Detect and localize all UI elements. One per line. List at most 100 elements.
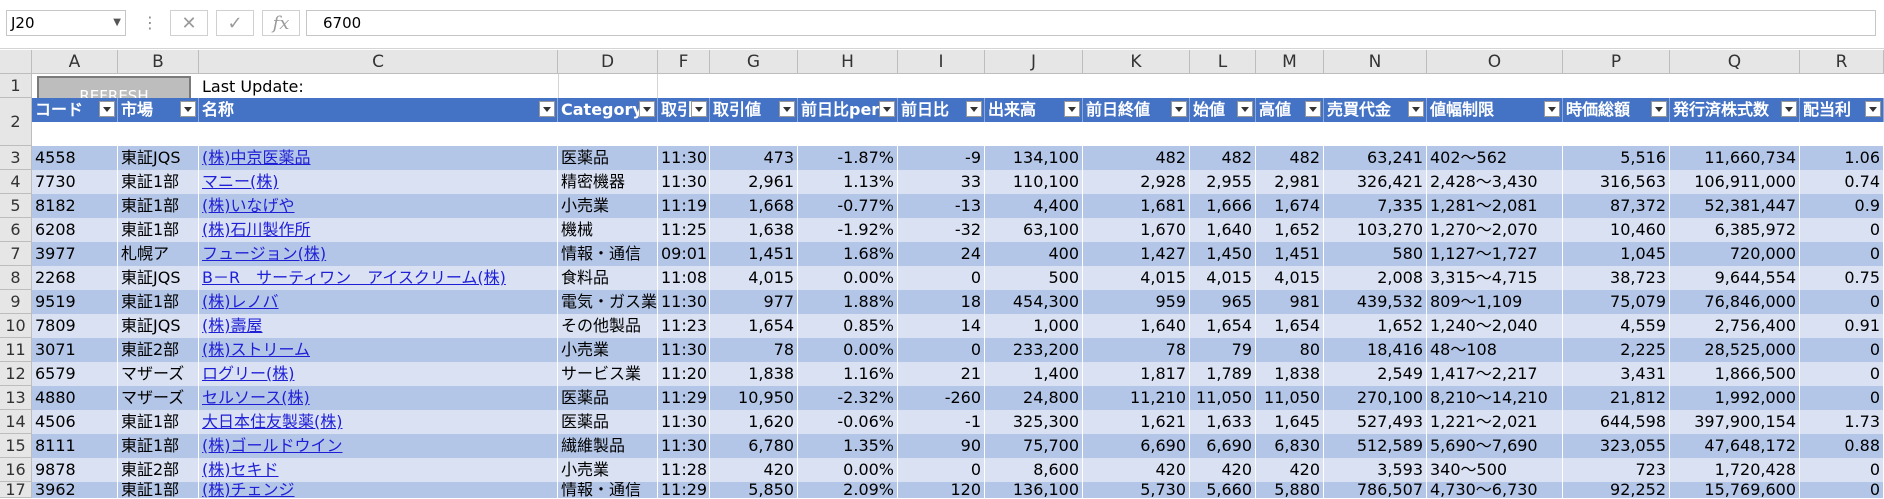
row-header-4[interactable]: 4 bbox=[0, 170, 32, 194]
company-link[interactable]: (株)チェンジ bbox=[202, 482, 295, 498]
table-cell[interactable]: 482 bbox=[1083, 146, 1190, 170]
table-cell[interactable]: 33 bbox=[898, 170, 985, 194]
table-cell[interactable]: 1.13% bbox=[798, 170, 898, 194]
table-cell[interactable]: マザーズ bbox=[118, 362, 199, 386]
table-cell[interactable]: 0.00% bbox=[798, 338, 898, 362]
table-cell[interactable]: 情報・通信 bbox=[558, 482, 658, 498]
table-cell[interactable]: 420 bbox=[1256, 458, 1324, 482]
table-cell[interactable]: 5,690～7,690 bbox=[1427, 434, 1563, 458]
table-header-cell[interactable]: 取引 bbox=[658, 98, 710, 122]
table-cell[interactable]: 11:08 bbox=[658, 266, 710, 290]
table-cell[interactable]: 1.73 bbox=[1800, 410, 1884, 434]
table-cell[interactable]: 270,100 bbox=[1324, 386, 1427, 410]
column-header-F[interactable]: F bbox=[658, 50, 710, 74]
table-cell[interactable]: 0 bbox=[1800, 242, 1884, 266]
table-cell[interactable]: 420 bbox=[1083, 458, 1190, 482]
table-cell[interactable]: 4,730～6,730 bbox=[1427, 482, 1563, 498]
column-header-H[interactable]: H bbox=[798, 50, 898, 74]
filter-dropdown-icon[interactable] bbox=[691, 101, 707, 117]
table-cell[interactable]: 1,866,500 bbox=[1670, 362, 1800, 386]
table-header-cell[interactable]: 売買代金 bbox=[1324, 98, 1427, 122]
table-cell[interactable]: 東証1部 bbox=[118, 290, 199, 314]
table-cell[interactable]: 1,221～2,021 bbox=[1427, 410, 1563, 434]
table-cell[interactable]: 東証2部 bbox=[118, 338, 199, 362]
table-cell[interactable]: マザーズ bbox=[118, 386, 199, 410]
table-cell[interactable]: 4,015 bbox=[1256, 266, 1324, 290]
table-cell[interactable]: 644,598 bbox=[1563, 410, 1670, 434]
table-cell[interactable]: 0.75 bbox=[1800, 266, 1884, 290]
table-cell[interactable]: 小売業 bbox=[558, 338, 658, 362]
table-cell[interactable]: 473 bbox=[710, 146, 798, 170]
table-cell[interactable]: 18,416 bbox=[1324, 338, 1427, 362]
table-cell[interactable]: 0 bbox=[1800, 362, 1884, 386]
table-cell[interactable]: 1,633 bbox=[1190, 410, 1256, 434]
table-cell[interactable]: 0.00% bbox=[798, 458, 898, 482]
table-cell[interactable]: 11:19 bbox=[658, 194, 710, 218]
table-cell[interactable]: (株)石川製作所 bbox=[199, 218, 558, 242]
column-header-B[interactable]: B bbox=[118, 50, 199, 74]
column-header-R[interactable]: R bbox=[1800, 50, 1884, 74]
table-cell[interactable]: 14 bbox=[898, 314, 985, 338]
more-options-icon[interactable]: ⋮ bbox=[142, 10, 158, 36]
row-header-17[interactable]: 17 bbox=[0, 482, 32, 498]
table-cell[interactable]: 1,638 bbox=[710, 218, 798, 242]
company-link[interactable]: (株)石川製作所 bbox=[202, 220, 311, 239]
table-cell[interactable]: 981 bbox=[1256, 290, 1324, 314]
table-cell[interactable]: 400 bbox=[985, 242, 1083, 266]
table-cell[interactable]: 2,961 bbox=[710, 170, 798, 194]
table-cell[interactable]: 1,838 bbox=[710, 362, 798, 386]
table-cell[interactable]: 0.85% bbox=[798, 314, 898, 338]
table-cell[interactable]: 90 bbox=[898, 434, 985, 458]
table-cell[interactable]: 323,055 bbox=[1563, 434, 1670, 458]
table-header-cell[interactable]: 前日終値 bbox=[1083, 98, 1190, 122]
column-header-Q[interactable]: Q bbox=[1670, 50, 1800, 74]
table-cell[interactable]: 2.09% bbox=[798, 482, 898, 498]
table-cell[interactable]: B－R サーティワン アイスクリーム(株) bbox=[199, 266, 558, 290]
table-cell[interactable]: 1,674 bbox=[1256, 194, 1324, 218]
function-icon[interactable]: fx bbox=[262, 10, 300, 36]
table-cell[interactable]: 10,950 bbox=[710, 386, 798, 410]
row-header-15[interactable]: 15 bbox=[0, 434, 32, 458]
table-cell[interactable]: 580 bbox=[1324, 242, 1427, 266]
table-cell[interactable]: 79 bbox=[1190, 338, 1256, 362]
table-cell[interactable]: 1,789 bbox=[1190, 362, 1256, 386]
table-cell[interactable]: 東証2部 bbox=[118, 458, 199, 482]
table-cell[interactable]: 2,008 bbox=[1324, 266, 1427, 290]
table-cell[interactable]: 小売業 bbox=[558, 458, 658, 482]
table-cell[interactable]: 2,756,400 bbox=[1670, 314, 1800, 338]
table-cell[interactable]: 1,681 bbox=[1083, 194, 1190, 218]
table-cell[interactable]: 3071 bbox=[32, 338, 118, 362]
company-link[interactable]: (株)壽屋 bbox=[202, 316, 263, 335]
table-cell[interactable]: 1,670 bbox=[1083, 218, 1190, 242]
table-cell[interactable]: 0 bbox=[898, 338, 985, 362]
table-cell[interactable]: ログリー(株) bbox=[199, 362, 558, 386]
table-cell[interactable]: 52,381,447 bbox=[1670, 194, 1800, 218]
table-cell[interactable]: 1,281～2,081 bbox=[1427, 194, 1563, 218]
table-cell[interactable]: 6,385,972 bbox=[1670, 218, 1800, 242]
filter-dropdown-icon[interactable] bbox=[1544, 101, 1560, 117]
table-cell[interactable]: 1,640 bbox=[1190, 218, 1256, 242]
table-cell[interactable]: 情報・通信 bbox=[558, 242, 658, 266]
chevron-down-icon[interactable]: ▼ bbox=[113, 11, 121, 35]
table-cell[interactable]: 6,690 bbox=[1083, 434, 1190, 458]
filter-dropdown-icon[interactable] bbox=[1865, 101, 1881, 117]
table-cell[interactable]: 札幌ア bbox=[118, 242, 199, 266]
table-cell[interactable]: 340～500 bbox=[1427, 458, 1563, 482]
row-header-12[interactable]: 12 bbox=[0, 362, 32, 386]
company-link[interactable]: 大日本住友製薬(株) bbox=[202, 412, 343, 431]
table-cell[interactable]: 1,652 bbox=[1256, 218, 1324, 242]
table-cell[interactable]: 28,525,000 bbox=[1670, 338, 1800, 362]
table-cell[interactable]: 110,100 bbox=[985, 170, 1083, 194]
table-cell[interactable]: 47,648,172 bbox=[1670, 434, 1800, 458]
table-cell[interactable]: 6579 bbox=[32, 362, 118, 386]
table-cell[interactable]: 2,428～3,430 bbox=[1427, 170, 1563, 194]
table-cell[interactable]: 0 bbox=[1800, 338, 1884, 362]
row-header-7[interactable]: 7 bbox=[0, 242, 32, 266]
row1-cell-d[interactable] bbox=[558, 74, 658, 98]
table-cell[interactable]: 1,045 bbox=[1563, 242, 1670, 266]
table-cell[interactable]: 6,690 bbox=[1190, 434, 1256, 458]
table-cell[interactable]: 977 bbox=[710, 290, 798, 314]
row-header-1[interactable]: 1 bbox=[0, 74, 32, 98]
table-header-cell[interactable]: 名称 bbox=[199, 98, 558, 122]
table-cell[interactable]: 東証JQS bbox=[118, 146, 199, 170]
